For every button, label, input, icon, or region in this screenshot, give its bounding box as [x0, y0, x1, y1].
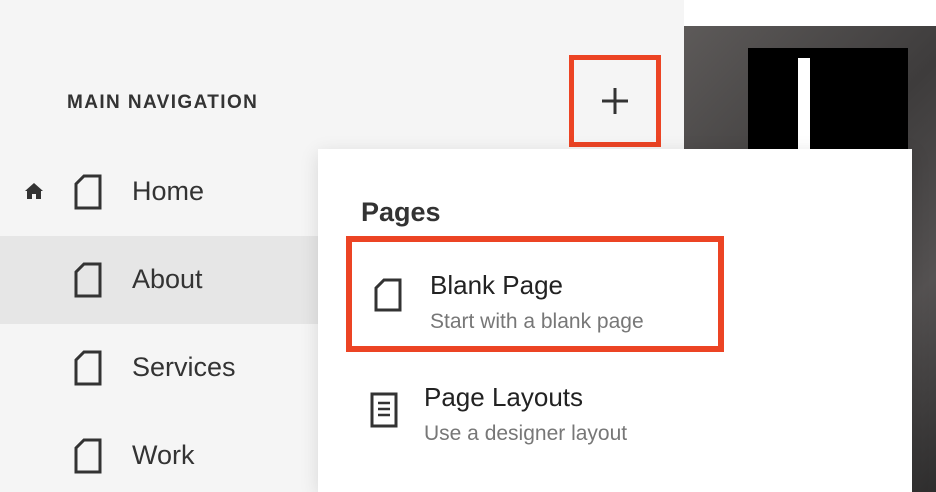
menu-heading: Pages: [361, 197, 441, 227]
navigation-heading: MAIN NAVIGATION: [67, 92, 259, 113]
preview-white-bar: [798, 58, 810, 150]
page-icon: [74, 438, 102, 474]
plus-icon: [602, 88, 628, 114]
home-icon: [25, 183, 43, 199]
menu-option-title: Blank Page: [430, 270, 563, 300]
menu-option-blank-page[interactable]: Blank Page Start with a blank page: [346, 236, 724, 352]
page-icon: [74, 174, 102, 210]
page-icon: [74, 262, 102, 298]
blank-page-icon: [374, 278, 402, 312]
add-page-menu: Pages Blank Page Start with a blank page…: [318, 149, 912, 492]
editor-screen: MAIN NAVIGATION Home About Services Work…: [0, 0, 936, 492]
preview-dark-block: [748, 48, 908, 150]
add-page-button[interactable]: [569, 55, 661, 147]
menu-option-title: Page Layouts: [424, 382, 584, 412]
menu-option-subtitle: Start with a blank page: [430, 310, 644, 333]
nav-item-label: Work: [132, 440, 195, 470]
page-icon: [74, 350, 102, 386]
nav-item-label: Home: [132, 176, 205, 206]
layout-page-icon: [370, 392, 398, 428]
menu-option-subtitle: Use a designer layout: [424, 422, 628, 445]
nav-item-label: About: [132, 264, 203, 294]
nav-item-label: Services: [132, 352, 236, 382]
menu-option-page-layouts[interactable]: Page Layouts Use a designer layout: [346, 354, 724, 470]
